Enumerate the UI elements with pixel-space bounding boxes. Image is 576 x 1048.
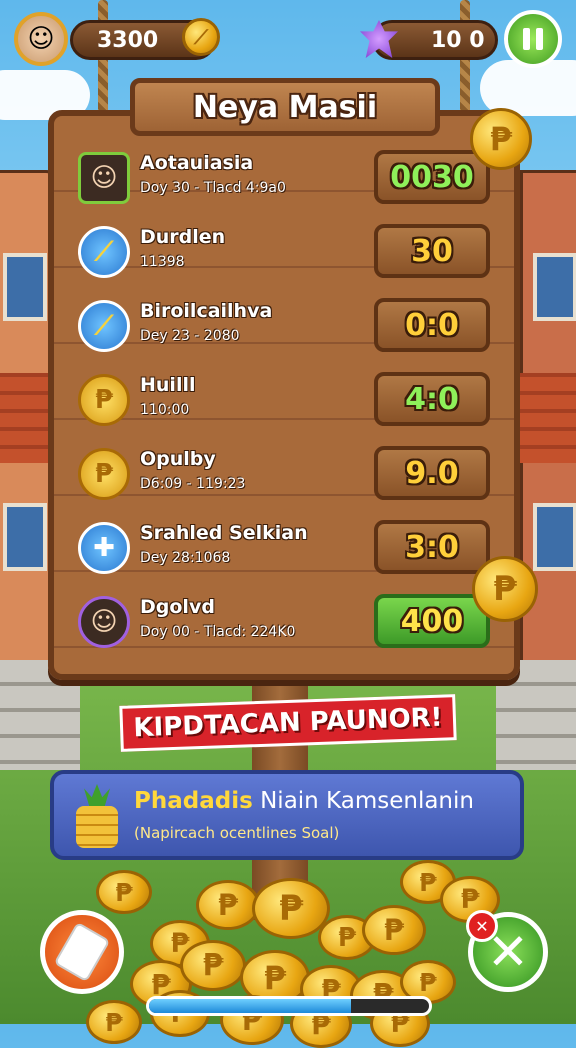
house-roof bbox=[517, 373, 576, 463]
player-score: 30 bbox=[374, 224, 490, 278]
progress-fill bbox=[149, 999, 351, 1013]
gold-coin-icon: ₱ bbox=[78, 374, 130, 426]
player-avatar[interactable]: ☺ bbox=[14, 12, 68, 66]
player-score: 3:0 bbox=[374, 520, 490, 574]
player-score: 0030 bbox=[374, 150, 490, 204]
progress-bar bbox=[146, 996, 432, 1016]
pause-icon bbox=[523, 28, 543, 50]
player-detail: Dey 23 - 2080 bbox=[140, 328, 240, 344]
leaderboard-row[interactable]: ☺ Dgolvd Doy 00 - Tlacd: 224K0 400 bbox=[78, 590, 498, 660]
house-window bbox=[533, 503, 576, 571]
player-score: 4:0 bbox=[374, 372, 490, 426]
player-name: Dgolvd bbox=[140, 596, 215, 618]
card-icon bbox=[53, 921, 111, 983]
player-name: Biroilcailhva bbox=[140, 300, 273, 322]
house-window bbox=[3, 253, 47, 321]
coin-icon: ₱ bbox=[362, 905, 426, 955]
gold-coin-icon: ₱ bbox=[78, 448, 130, 500]
player-name: Durdlen bbox=[140, 226, 226, 248]
alert-badge: ✕ bbox=[466, 910, 498, 942]
info-title-highlight: Phadadis bbox=[134, 788, 253, 814]
leaderboard-row[interactable]: ⟋ Durdlen 11398 30 bbox=[78, 220, 498, 290]
cross-badge-icon: ✚ bbox=[78, 522, 130, 574]
player-detail: 110:00 bbox=[140, 402, 190, 418]
leaderboard-row[interactable]: ✚ Srahled Selkian Dey 28:1068 3:0 bbox=[78, 516, 498, 586]
info-subtitle: (Napircach ocentlines Soal) bbox=[134, 824, 340, 842]
coin-icon: ₱ bbox=[472, 556, 538, 622]
coin-icon: ₱ bbox=[196, 880, 260, 930]
player-name: Opulby bbox=[140, 448, 216, 470]
player-detail: 11398 bbox=[140, 254, 185, 270]
coin-icon: ₱ bbox=[86, 1000, 142, 1044]
player-name: Huilll bbox=[140, 374, 196, 396]
coin-icon: ₱ bbox=[470, 108, 532, 170]
coin-count: 3300 bbox=[97, 27, 159, 53]
player-score: 400 bbox=[374, 594, 490, 648]
banner-text: KIPDTACAN PAUNOR! bbox=[132, 702, 444, 744]
pause-button[interactable] bbox=[504, 10, 562, 68]
coin-icon: ₱ bbox=[252, 878, 330, 939]
leaderboard-row[interactable]: ₱ Opulby D6:09 - 119:23 9.0 bbox=[78, 442, 498, 512]
player-detail: Doy 00 - Tlacd: 224K0 bbox=[140, 624, 296, 640]
coin-icon: ₱ bbox=[96, 870, 152, 914]
player-detail: Doy 30 - Tlacd 4:9a0 bbox=[140, 180, 286, 196]
leaderboard-row[interactable]: ⟋ Biroilcailhva Dey 23 - 2080 0:0 bbox=[78, 294, 498, 364]
card-button[interactable] bbox=[40, 910, 124, 994]
pineapple-coins-icon bbox=[72, 784, 122, 850]
leaderboard-row[interactable]: ₱ Huilll 110:00 4:0 bbox=[78, 368, 498, 438]
face-icon: ☺ bbox=[27, 24, 55, 54]
player-name: Aotauiasia bbox=[140, 152, 254, 174]
player-detail: D6:09 - 119:23 bbox=[140, 476, 246, 492]
coin-icon: ⟋ bbox=[182, 18, 220, 56]
board-title-plank: Neya Masii bbox=[130, 78, 440, 136]
info-title: Phadadis Niain Kamsenlanin bbox=[134, 788, 474, 814]
coin-icon: ₱ bbox=[180, 940, 246, 991]
banana-icon: ⟋ bbox=[78, 226, 130, 278]
info-panel[interactable]: Phadadis Niain Kamsenlanin (Napircach oc… bbox=[50, 770, 524, 860]
house-window bbox=[533, 253, 576, 321]
player-score: 9.0 bbox=[374, 446, 490, 500]
player-portrait-avatar: ☺ bbox=[78, 152, 130, 204]
gem-count: 10 0 bbox=[431, 27, 485, 53]
player-detail: Dey 28:1068 bbox=[140, 550, 231, 566]
info-title-rest: Niain Kamsenlanin bbox=[260, 788, 474, 814]
player-portrait-avatar: ☺ bbox=[78, 596, 130, 648]
player-score: 0:0 bbox=[374, 298, 490, 352]
house-window bbox=[3, 503, 47, 571]
leaderboard-row[interactable]: ☺ Aotauiasia Doy 30 - Tlacd 4:9a0 0030 bbox=[78, 146, 498, 216]
banana-icon: ⟋ bbox=[78, 300, 130, 352]
house-right bbox=[517, 170, 576, 696]
player-name: Srahled Selkian bbox=[140, 522, 308, 544]
board-title: Neya Masii bbox=[192, 89, 378, 125]
